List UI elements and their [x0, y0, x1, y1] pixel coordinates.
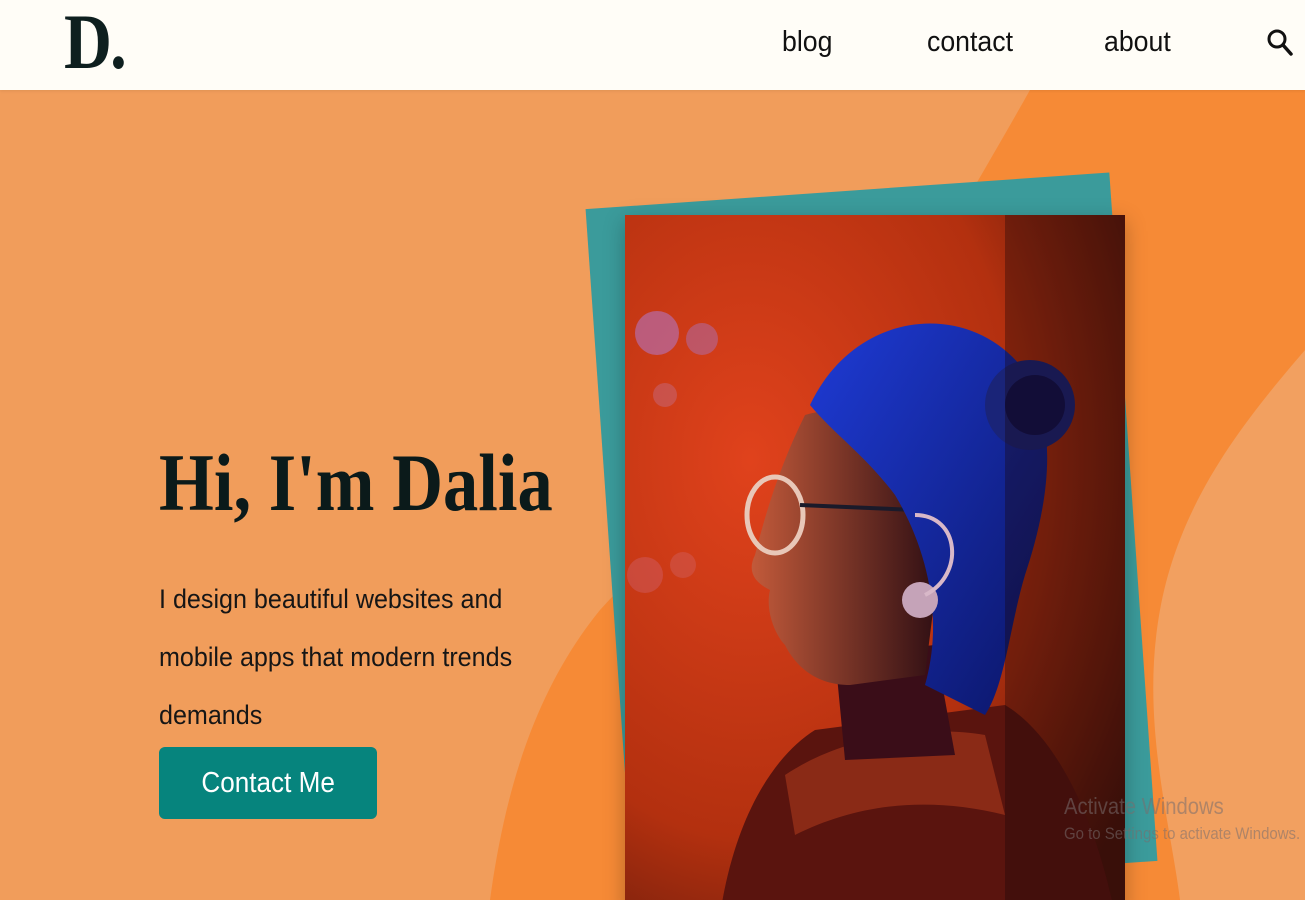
contact-me-button[interactable]: Contact Me [159, 747, 377, 819]
hero-title: Hi, I'm Dalia [159, 437, 553, 528]
hero-section: Hi, I'm Dalia I design beautiful website… [0, 90, 1305, 900]
page: D. blog contact about Hi, I'm Dalia I de… [0, 0, 1305, 900]
windows-activation-watermark: Activate Windows Go to Settings to activ… [1064, 792, 1305, 848]
nav-link-contact[interactable]: contact [927, 24, 1013, 60]
site-logo[interactable]: D. [64, 2, 127, 82]
site-header: D. blog contact about [0, 0, 1305, 90]
watermark-title: Activate Windows [1064, 793, 1224, 819]
hero-description: I design beautiful websites and mobile a… [159, 584, 513, 730]
watermark-subtitle: Go to Settings to activate Windows. [1064, 824, 1301, 843]
portrait-photo [625, 215, 1125, 900]
nav-link-about[interactable]: about [1104, 24, 1171, 60]
contact-me-label: Contact Me [201, 766, 335, 799]
nav-link-blog[interactable]: blog [782, 24, 832, 60]
search-icon[interactable] [1266, 27, 1294, 59]
